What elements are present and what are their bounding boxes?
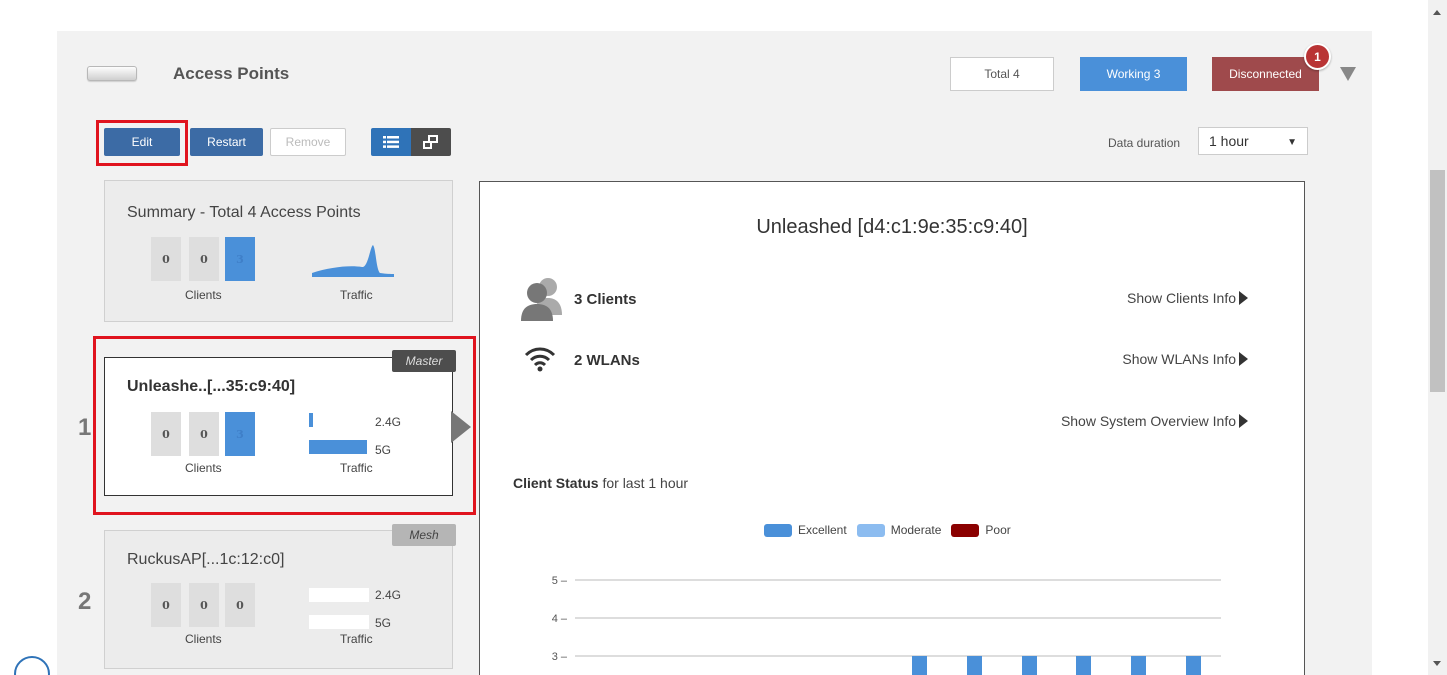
arrow-right-icon — [1239, 352, 1248, 366]
summary-traffic-sparkline — [312, 245, 394, 277]
show-wlans-info-label: Show WLANs Info — [1122, 351, 1236, 367]
ap2-clients-label: Clients — [185, 632, 222, 646]
topology-view-button[interactable] — [411, 128, 451, 156]
show-clients-info-label: Show Clients Info — [1127, 290, 1236, 306]
legend-swatch-moderate — [856, 523, 885, 537]
data-duration-value: 1 hour — [1209, 133, 1249, 149]
arrow-right-icon — [1239, 414, 1248, 428]
collapse-triangle-icon[interactable] — [1340, 67, 1356, 81]
ap-card-2[interactable]: RuckusAP[...1c:12:c0] 0 0 0 Clients 2.4G… — [104, 530, 453, 669]
ap2-count-poor: 0 — [151, 583, 181, 627]
summary-count-moderate: 0 — [189, 237, 219, 281]
client-status-chart: 5 – 4 – 3 – — [552, 575, 1221, 675]
page-title: Access Points — [173, 64, 290, 83]
legend-moderate[interactable]: Moderate — [856, 523, 942, 537]
chart-legend: Excellent Moderate Poor — [764, 523, 1021, 537]
access-point-device-icon — [87, 66, 137, 81]
scroll-down-icon[interactable] — [1433, 661, 1441, 666]
legend-label-moderate: Moderate — [890, 523, 942, 537]
summary-title: Summary - Total 4 Access Points — [127, 204, 361, 221]
client-status-heading: Client Status for last 1 hour — [513, 475, 688, 491]
data-duration-label: Data duration — [1108, 136, 1181, 150]
legend-label-poor: Poor — [985, 523, 1011, 537]
summary-clients-label: Clients — [185, 288, 222, 302]
view-toggle — [371, 128, 451, 156]
detail-title: Unleashed [d4:c1:9e:35:c9:40] — [756, 216, 1028, 238]
legend-label-excellent: Excellent — [798, 523, 847, 537]
legend-swatch-poor — [951, 523, 980, 537]
ap-name-2: RuckusAP[...1c:12:c0] — [127, 551, 285, 568]
notification-badge: 1 — [1304, 43, 1331, 70]
summary-count-poor: 0 — [151, 237, 181, 281]
caret-down-icon: ▼ — [1287, 137, 1297, 148]
summary-traffic-label: Traffic — [340, 288, 373, 302]
chart-bar — [1022, 656, 1037, 675]
y-tick-label: 5 – — [552, 575, 568, 587]
data-duration-select[interactable]: 1 hour ▼ — [1198, 127, 1308, 155]
legend-excellent[interactable]: Excellent — [764, 523, 847, 537]
summary-card[interactable]: Summary - Total 4 Access Points 0 0 3 Cl… — [104, 180, 453, 322]
mesh-badge: Mesh — [392, 524, 456, 546]
wlans-metric: 2 WLANs — [574, 352, 640, 369]
chart-bar — [1186, 656, 1201, 675]
clients-metric: 3 Clients — [574, 291, 637, 308]
help-circle-icon[interactable] — [14, 656, 50, 675]
restart-button[interactable]: Restart — [190, 128, 263, 156]
show-clients-info-link[interactable]: Show Clients Info — [1127, 290, 1248, 306]
scrollbar-thumb[interactable] — [1430, 170, 1445, 392]
list-icon — [383, 136, 399, 148]
ap-index-2: 2 — [78, 588, 92, 615]
selected-pointer-arrow — [451, 411, 471, 443]
client-status-period: for last 1 hour — [598, 475, 689, 491]
total-filter-button[interactable]: Total 4 — [950, 57, 1054, 91]
scroll-up-icon[interactable] — [1433, 10, 1441, 15]
ap2-traffic-5g-bar — [309, 615, 369, 629]
legend-swatch-excellent — [764, 523, 792, 537]
client-status-bold: Client Status — [513, 475, 599, 491]
show-wlans-info-link[interactable]: Show WLANs Info — [1122, 351, 1248, 367]
list-view-button[interactable] — [371, 128, 411, 156]
chart-bar — [1131, 656, 1146, 675]
ap-index-1: 1 — [78, 414, 92, 441]
ap2-count-excellent: 0 — [225, 583, 255, 627]
ap2-count-moderate: 0 — [189, 583, 219, 627]
chart-bar — [1076, 656, 1091, 675]
working-filter-button[interactable]: Working 3 — [1080, 57, 1187, 91]
edit-highlight-box — [96, 120, 188, 166]
users-icon — [521, 278, 562, 321]
show-system-overview-link[interactable]: Show System Overview Info — [1061, 413, 1248, 429]
ap2-traffic-24g-bar — [309, 588, 369, 602]
y-tick-label: 3 – — [552, 651, 568, 663]
ap2-band-5g: 5G — [375, 616, 392, 630]
wifi-icon — [524, 347, 556, 372]
disconnected-filter-button[interactable]: Disconnected — [1212, 57, 1319, 91]
chart-bar — [967, 656, 982, 675]
arrow-right-icon — [1239, 291, 1248, 305]
ap2-traffic-label: Traffic — [340, 632, 373, 646]
topology-icon — [423, 135, 438, 149]
legend-poor[interactable]: Poor — [951, 523, 1011, 537]
ap2-band-24g: 2.4G — [375, 588, 402, 602]
chart-bar — [912, 656, 927, 675]
summary-count-excellent: 3 — [225, 237, 255, 281]
remove-button[interactable]: Remove — [270, 128, 346, 156]
y-tick-label: 4 – — [552, 613, 568, 625]
ap1-highlight-box — [93, 336, 476, 515]
show-system-overview-label: Show System Overview Info — [1060, 413, 1236, 429]
